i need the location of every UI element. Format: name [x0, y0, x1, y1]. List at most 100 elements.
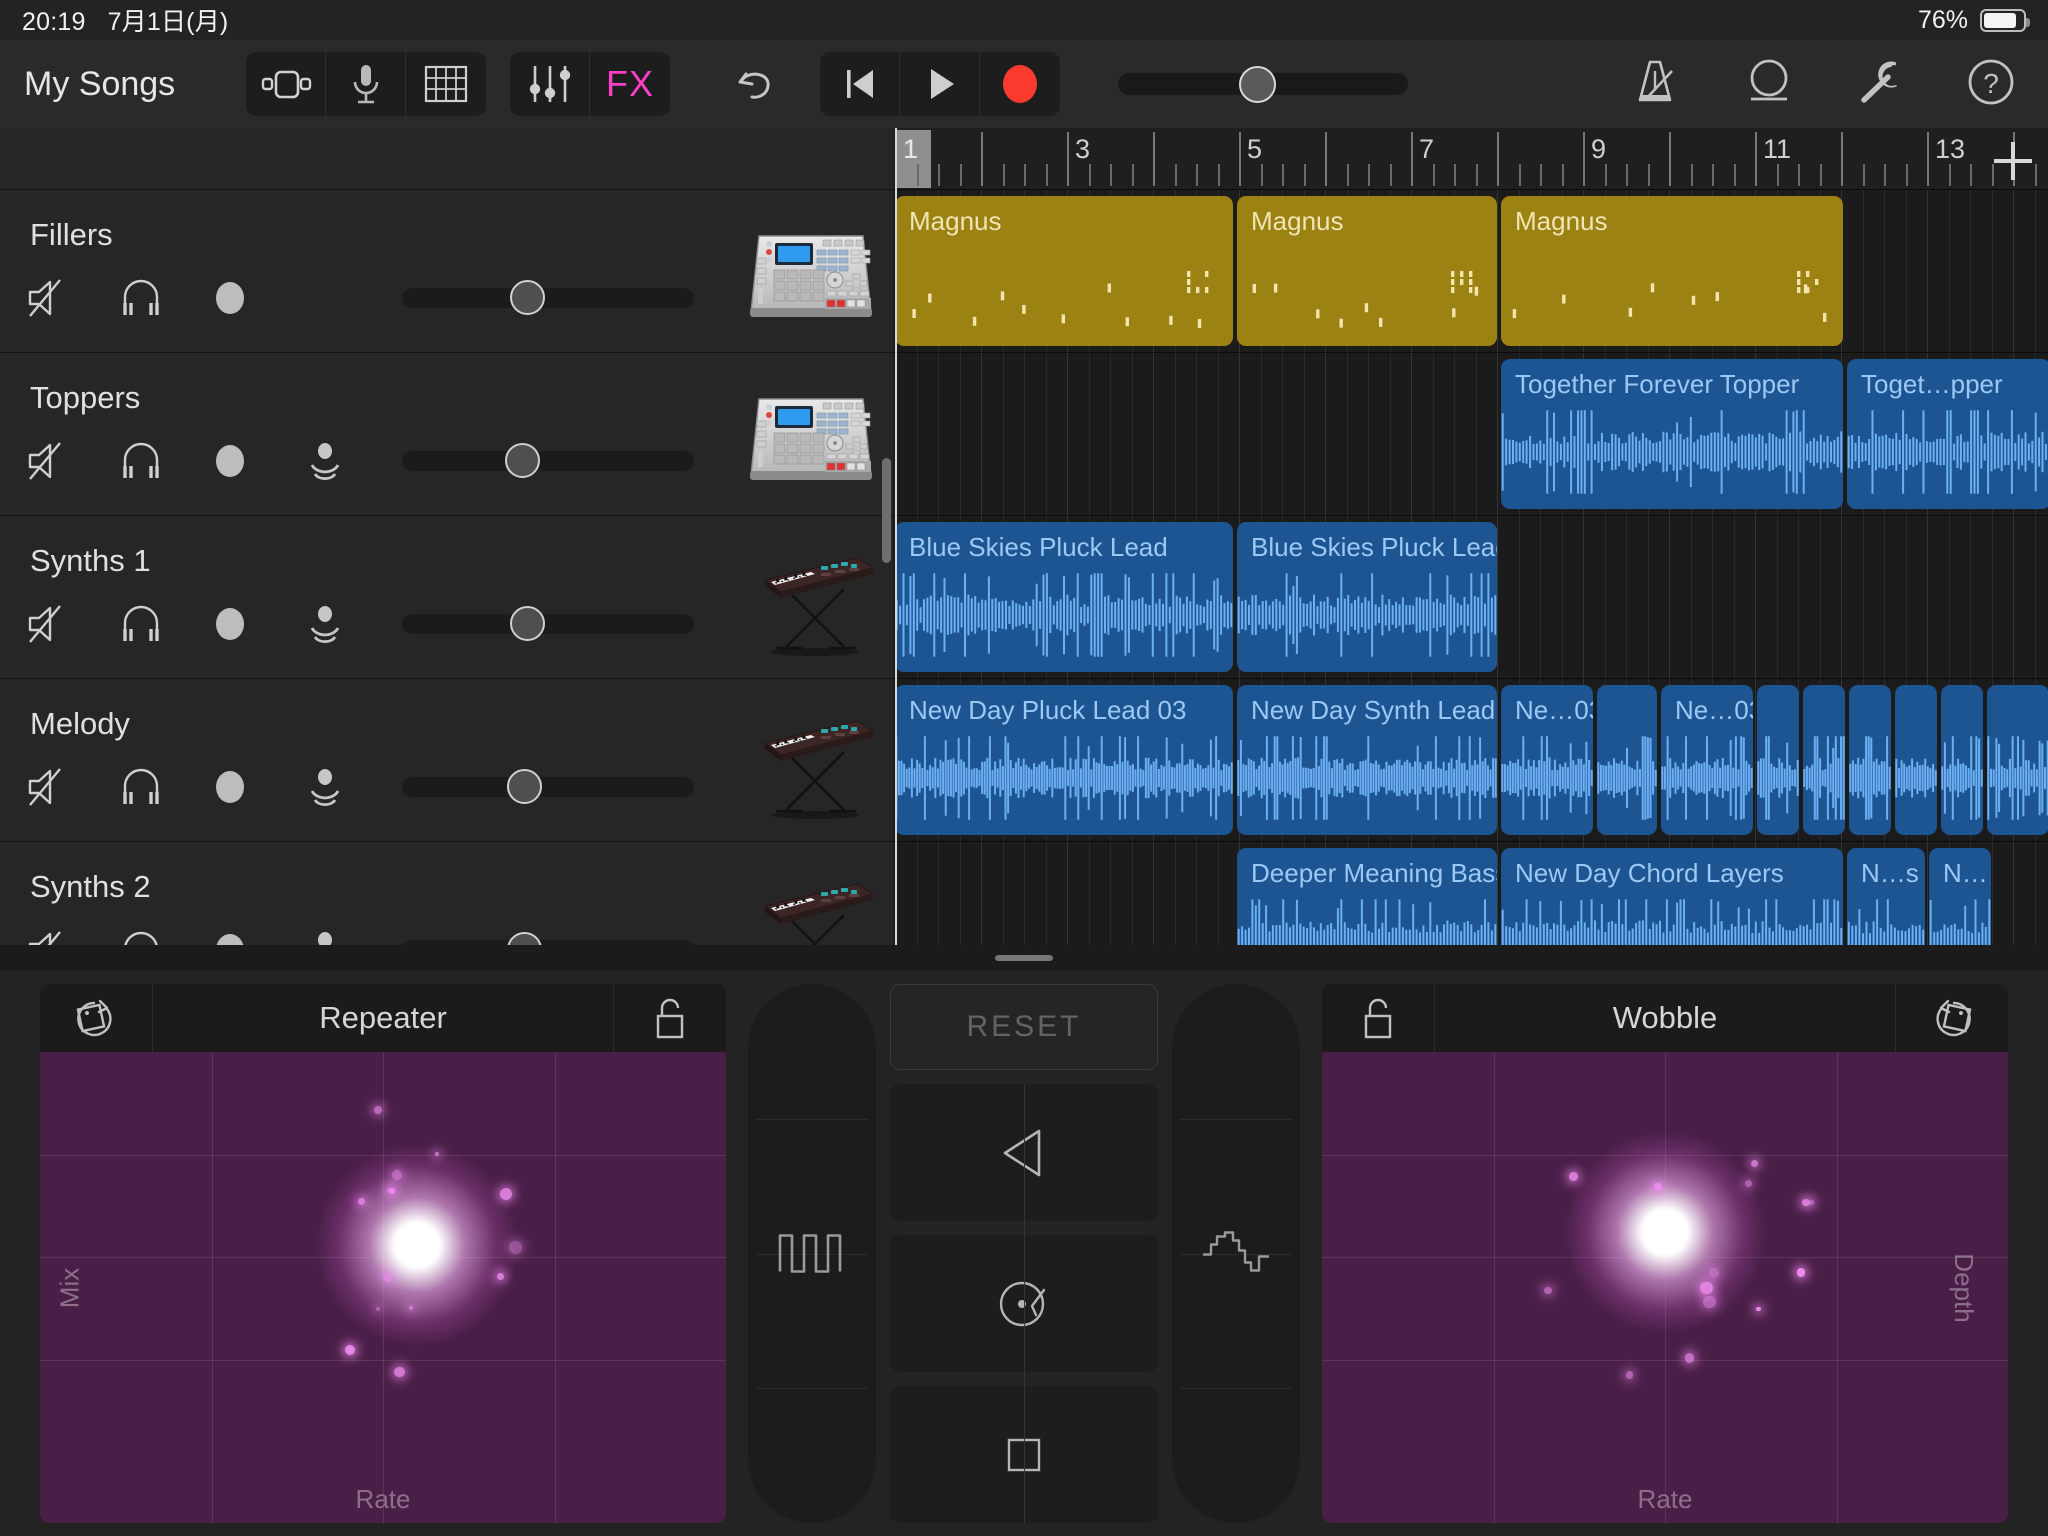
record-button[interactable]	[980, 52, 1060, 116]
track-volume-knob[interactable]	[509, 606, 545, 641]
timeline-region[interactable]: Ne…03	[1661, 685, 1753, 835]
fx-right-xy-pad[interactable]: Depth Rate	[1322, 1052, 2008, 1523]
play-button[interactable]	[900, 52, 980, 116]
track-header[interactable]: Toppers	[0, 353, 893, 516]
track-volume-slider[interactable]	[402, 280, 694, 315]
track-mute-button[interactable]	[26, 927, 118, 945]
master-volume-slider[interactable]	[1118, 66, 1408, 103]
timeline-region[interactable]: Together Forever Topper	[1501, 359, 1843, 509]
timeline-region[interactable]	[1941, 685, 1983, 835]
timeline-region[interactable]: New Day Synth Lead 03	[1237, 685, 1497, 835]
track-lane[interactable]: Together Forever Topper Toget…pper	[893, 353, 2048, 516]
timeline-region[interactable]	[1895, 685, 1937, 835]
track-lane[interactable]: Deeper Meaning Bass 01 New Day Chord Lay…	[893, 842, 2048, 945]
track-lane[interactable]: New Day Pluck Lead 03 New Day Synth Lead…	[893, 679, 2048, 842]
ruler[interactable]: 1 1 3 5 7 9 11 13	[893, 128, 2048, 190]
loop-browser-button[interactable]	[1740, 54, 1798, 115]
timeline-region[interactable]	[1757, 685, 1799, 835]
track-mute-button[interactable]	[26, 601, 118, 647]
mixer-button[interactable]	[510, 52, 590, 116]
timeline-region[interactable]	[1987, 685, 2048, 835]
track-automation-button[interactable]	[302, 601, 394, 647]
microphone-button[interactable]	[326, 52, 406, 116]
track-mute-button[interactable]	[26, 438, 118, 484]
track-record-enable-button[interactable]	[210, 771, 302, 803]
timeline-region[interactable]: Blue Skies Pluck Lead	[1237, 522, 1497, 672]
timeline-region[interactable]: Toget…pper	[1847, 359, 2048, 509]
playhead[interactable]	[895, 128, 897, 945]
panel-divider[interactable]	[0, 945, 2048, 971]
track-lane[interactable]: Blue Skies Pluck Lead Blue Skies Pluck L…	[893, 516, 2048, 679]
track-solo-button[interactable]	[118, 927, 210, 945]
track-header[interactable]: Synths 2	[0, 842, 893, 945]
fx-left-xy-pad[interactable]: Mix Rate	[40, 1052, 726, 1523]
master-volume-knob[interactable]	[1239, 66, 1277, 103]
undo-button[interactable]	[716, 52, 796, 116]
divider-grabber[interactable]	[995, 955, 1053, 961]
timeline-region[interactable]: Magnus	[895, 196, 1233, 346]
add-track-button[interactable]	[1994, 142, 2032, 180]
rewind-button[interactable]	[820, 52, 900, 116]
help-button[interactable]: ?	[1964, 55, 2018, 114]
track-volume-slider[interactable]	[402, 443, 694, 478]
settings-button[interactable]	[1854, 55, 1908, 114]
track-header[interactable]: Melody	[0, 679, 893, 842]
track-header[interactable]: Synths 1	[0, 516, 893, 679]
track-volume-slider[interactable]	[402, 769, 694, 804]
fx-left-randomize-button[interactable]	[40, 984, 152, 1052]
track-automation-button[interactable]	[302, 764, 394, 810]
track-mute-button[interactable]	[26, 275, 118, 321]
track-lane[interactable]: Magnus Magnus Magnus	[893, 190, 2048, 353]
tracks-view-button[interactable]	[246, 52, 326, 116]
track-volume-slider[interactable]	[402, 932, 694, 945]
track-automation-button[interactable]	[302, 927, 394, 945]
timeline-region[interactable]: New Day Pluck Lead 03	[895, 685, 1233, 835]
timeline-region[interactable]: Deeper Meaning Bass 01	[1237, 848, 1497, 945]
track-volume-knob[interactable]	[509, 280, 545, 315]
fx-button[interactable]: FX	[590, 52, 670, 116]
track-instrument-icon[interactable]	[747, 375, 875, 493]
track-mute-button[interactable]	[26, 764, 118, 810]
timeline-region[interactable]: N…s	[1847, 848, 1925, 945]
timeline-region[interactable]: New Day Chord Layers	[1501, 848, 1843, 945]
timeline-region[interactable]: Ne…03	[1501, 685, 1593, 835]
track-instrument-icon[interactable]	[747, 701, 875, 819]
fx-left-lock-button[interactable]	[614, 984, 726, 1052]
timeline-region[interactable]	[1803, 685, 1845, 835]
timeline[interactable]: 1 1 3 5 7 9 11 13 Magnus Magnus Magnus Together Fo…	[893, 128, 2048, 945]
track-record-enable-button[interactable]	[210, 282, 302, 314]
fx-right-strip[interactable]	[1172, 984, 1300, 1523]
track-volume-knob[interactable]	[507, 769, 543, 804]
track-header[interactable]: Fillers	[0, 190, 893, 353]
track-instrument-icon[interactable]	[747, 212, 875, 330]
metronome-button[interactable]	[1628, 55, 1684, 114]
timeline-region[interactable]: Magnus	[1501, 196, 1843, 346]
timeline-region[interactable]: N…	[1929, 848, 1991, 945]
fx-right-lock-button[interactable]	[1322, 984, 1434, 1052]
timeline-region[interactable]	[1597, 685, 1657, 835]
track-volume-knob[interactable]	[504, 443, 540, 478]
grid-button[interactable]	[406, 52, 486, 116]
track-instrument-icon[interactable]	[747, 864, 875, 945]
region-label: Deeper Meaning Bass 01	[1251, 858, 1497, 888]
fx-reset-button[interactable]: RESET	[890, 984, 1158, 1070]
track-instrument-icon[interactable]	[747, 538, 875, 656]
track-record-enable-button[interactable]	[210, 934, 302, 945]
vertical-scrollbar[interactable]	[882, 458, 891, 563]
timeline-region[interactable]: Magnus	[1237, 196, 1497, 346]
fx-left-strip[interactable]	[748, 984, 876, 1523]
track-solo-button[interactable]	[118, 438, 210, 484]
my-songs-button[interactable]: My Songs	[24, 65, 246, 104]
timeline-region[interactable]: Blue Skies Pluck Lead	[895, 522, 1233, 672]
track-lanes[interactable]: Magnus Magnus Magnus Together Forever Toppe…	[893, 190, 2048, 945]
track-record-enable-button[interactable]	[210, 445, 302, 477]
track-volume-knob[interactable]	[507, 932, 543, 945]
fx-right-randomize-button[interactable]	[1896, 984, 2008, 1052]
track-record-enable-button[interactable]	[210, 608, 302, 640]
track-solo-button[interactable]	[118, 601, 210, 647]
track-solo-button[interactable]	[118, 275, 210, 321]
track-solo-button[interactable]	[118, 764, 210, 810]
track-automation-button[interactable]	[302, 438, 394, 484]
track-volume-slider[interactable]	[402, 606, 694, 641]
timeline-region[interactable]	[1849, 685, 1891, 835]
